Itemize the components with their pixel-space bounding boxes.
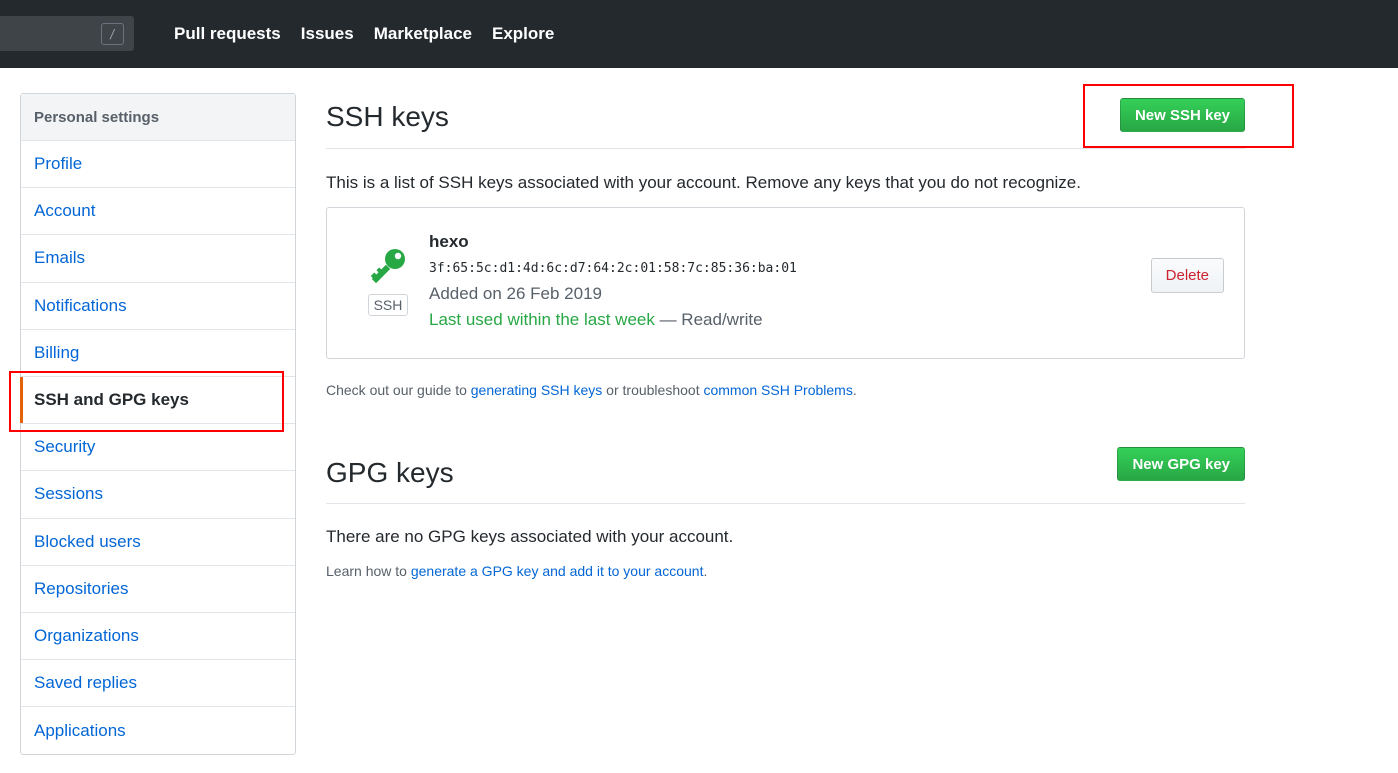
key-icon: [370, 249, 405, 284]
delete-key-button[interactable]: Delete: [1150, 258, 1224, 293]
gpg-keys-title: GPG keys: [326, 457, 454, 488]
nav-explore[interactable]: Explore: [492, 22, 554, 46]
ssh-keys-title: SSH keys: [326, 101, 449, 132]
sidebar-item-repositories[interactable]: Repositories: [21, 566, 295, 613]
new-ssh-key-button[interactable]: New SSH key: [1119, 98, 1245, 132]
main-content: SSH keys New SSH key This is a list of S…: [326, 93, 1245, 579]
top-header: / Pull requests Issues Marketplace Explo…: [0, 0, 1398, 68]
sidebar-item-profile[interactable]: Profile: [21, 141, 295, 189]
sidebar-item-saved-replies[interactable]: Saved replies: [21, 660, 295, 708]
sidebar-item-blocked-users[interactable]: Blocked users: [21, 519, 295, 566]
ssh-key-item: SSH hexo 3f:65:5c:d1:4d:6c:d7:64:2c:01:5…: [326, 207, 1245, 359]
learn-suffix: .: [703, 563, 708, 579]
gpg-section-header: GPG keys New GPG key: [326, 447, 1245, 504]
key-title: hexo: [429, 232, 469, 251]
ssh-intro-text: This is a list of SSH keys associated wi…: [326, 173, 1081, 192]
key-access: — Read/write: [654, 310, 763, 329]
key-last-used-text: Last used within the last week: [429, 310, 655, 329]
settings-sidebar: Personal settings Profile Account Emails…: [20, 93, 296, 756]
gpg-learn-text: Learn how to generate a GPG key and add …: [326, 563, 1245, 579]
guide-suffix: .: [852, 382, 857, 398]
ssh-guide-text: Check out our guide to generating SSH ke…: [326, 382, 1245, 398]
sidebar-item-emails[interactable]: Emails: [21, 235, 295, 283]
learn-prefix: Learn how to: [326, 563, 411, 579]
sidebar-item-ssh-gpg-keys[interactable]: SSH and GPG keys: [20, 376, 295, 425]
sidebar-item-sessions[interactable]: Sessions: [21, 471, 295, 519]
sidebar-item-billing[interactable]: Billing: [21, 330, 295, 377]
nav-issues[interactable]: Issues: [301, 22, 354, 46]
sidebar-item-organizations[interactable]: Organizations: [21, 613, 295, 661]
sidebar-item-security[interactable]: Security: [21, 424, 295, 472]
generating-ssh-keys-link[interactable]: generating SSH keys: [471, 382, 603, 398]
ssh-badge: SSH: [368, 294, 408, 316]
ssh-section-header: SSH keys New SSH key: [326, 93, 1245, 149]
common-ssh-problems-link[interactable]: common SSH Problems: [703, 382, 852, 398]
key-added-date: Added on 26 Feb 2019: [429, 284, 602, 303]
sidebar-item-notifications[interactable]: Notifications: [21, 283, 295, 330]
key-fingerprint: 3f:65:5c:d1:4d:6c:d7:64:2c:01:58:7c:85:3…: [429, 261, 797, 276]
generate-gpg-key-link[interactable]: generate a GPG key and add it to your ac…: [411, 563, 704, 579]
gpg-empty-text: There are no GPG keys associated with yo…: [326, 527, 734, 546]
nav-pull-requests[interactable]: Pull requests: [174, 22, 281, 46]
header-nav: Pull requests Issues Marketplace Explore: [174, 22, 554, 46]
sidebar-item-applications[interactable]: Applications: [21, 707, 295, 754]
guide-middle: or troubleshoot: [602, 382, 704, 398]
guide-prefix: Check out our guide to: [326, 382, 471, 398]
sidebar-item-account[interactable]: Account: [21, 188, 295, 236]
sidebar-title: Personal settings: [21, 94, 295, 141]
nav-marketplace[interactable]: Marketplace: [374, 22, 472, 46]
key-last-used: Last used within the last week — Read/wr…: [429, 310, 763, 330]
new-gpg-key-button[interactable]: New GPG key: [1117, 447, 1245, 481]
search-shortcut-key: /: [101, 23, 124, 45]
